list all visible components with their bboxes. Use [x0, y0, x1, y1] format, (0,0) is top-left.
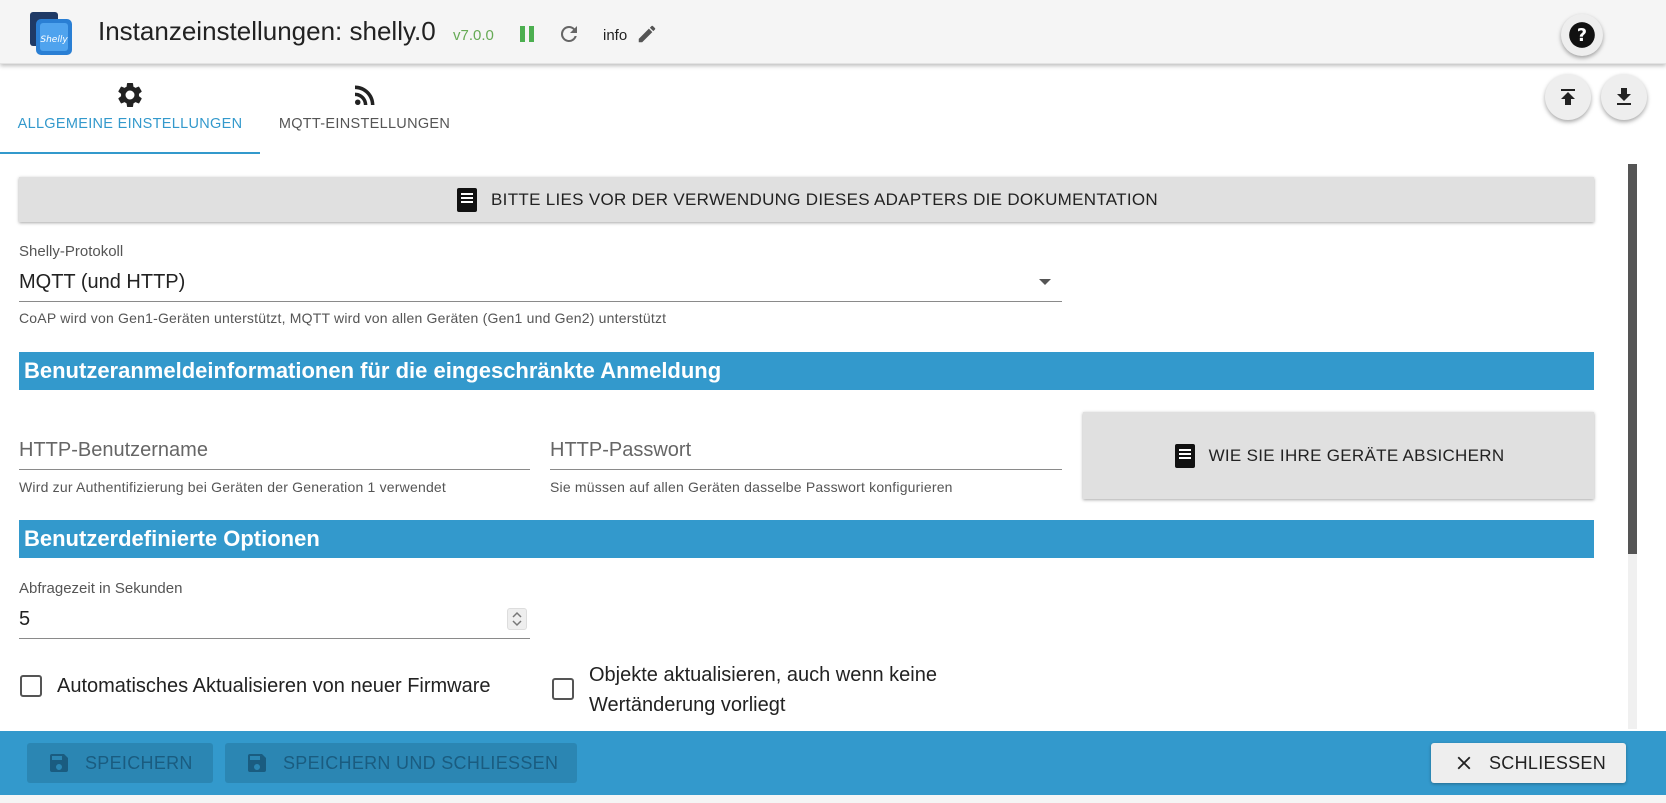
auto-update-firmware-label: Automatisches Aktualisieren von neuer Fi… — [57, 675, 491, 697]
help-icon: ? — [1569, 22, 1595, 48]
chevron-down-icon[interactable] — [1039, 279, 1051, 285]
http-username-helper: Wird zur Authentifizierung bei Geräten d… — [19, 479, 447, 495]
edit-icon[interactable] — [636, 23, 658, 45]
update-objects-checkbox[interactable] — [552, 678, 574, 700]
close-button-label: SCHLIESSEN — [1489, 752, 1607, 773]
gear-icon — [118, 83, 142, 107]
protocol-select[interactable]: MQTT (und HTTP) — [19, 271, 185, 294]
save-icon — [50, 754, 68, 772]
help-button[interactable]: ? — [1561, 14, 1603, 56]
scrollbar-thumb[interactable] — [1628, 164, 1637, 554]
save-icon — [248, 754, 266, 772]
save-and-close-button-label: SPEICHERN UND SCHLIESSEN — [283, 752, 559, 773]
bottom-strip — [0, 795, 1666, 803]
download-config-button[interactable] — [1601, 74, 1647, 120]
svg-text:?: ? — [1577, 26, 1587, 46]
upload-config-button[interactable] — [1545, 74, 1591, 120]
close-icon — [1457, 756, 1471, 770]
polling-input[interactable]: 5 — [19, 608, 30, 631]
protocol-underline — [19, 301, 1062, 302]
http-password-underline — [550, 469, 1062, 470]
save-button-label: SPEICHERN — [85, 752, 193, 773]
download-icon — [1617, 88, 1631, 105]
http-username-underline — [19, 469, 530, 470]
svg-text:Shelly: Shelly — [40, 35, 68, 45]
protocol-helper: CoAP wird von Gen1-Geräten unterstützt, … — [19, 310, 667, 326]
documentation-button-label: BITTE LIES VOR DER VERWENDUNG DIESES ADA… — [491, 189, 1158, 209]
http-password-input[interactable]: HTTP-Passwort — [550, 439, 691, 462]
secure-devices-button-label: WIE SIE IHRE GERÄTE ABSICHERN — [1208, 445, 1505, 465]
reload-icon[interactable] — [557, 22, 581, 46]
secure-devices-button[interactable]: WIE SIE IHRE GERÄTE ABSICHERN — [1083, 412, 1594, 499]
shelly-logo: Shelly — [26, 9, 76, 59]
documentation-button[interactable]: BITTE LIES VOR DER VERWENDUNG DIESES ADA… — [19, 177, 1594, 222]
pause-icon[interactable] — [518, 24, 536, 44]
log-level: info — [603, 27, 628, 44]
polling-label: Abfragezeit in Sekunden — [19, 580, 183, 597]
app-header: Shelly Instanzeinstellungen: shelly.0 v7… — [0, 0, 1666, 64]
footer-bar: SPEICHERN SPEICHERN UND SCHLIESSEN SCHLI… — [0, 731, 1666, 795]
save-and-close-button[interactable]: SPEICHERN UND SCHLIESSEN — [225, 743, 577, 783]
tab-mqtt-label: MQTT-EINSTELLUNGEN — [278, 116, 451, 132]
http-password-helper: Sie müssen auf allen Geräten dasselbe Pa… — [550, 479, 953, 495]
save-button[interactable]: SPEICHERN — [27, 743, 213, 783]
polling-underline — [19, 638, 530, 639]
tab-mqtt-settings[interactable]: MQTT-EINSTELLUNGEN — [262, 80, 467, 154]
close-button[interactable]: SCHLIESSEN — [1431, 743, 1626, 783]
upload-icon — [1561, 89, 1575, 105]
section-credentials: Benutzeranmeldeinformationen für die ein… — [19, 352, 1594, 390]
section-custom-options: Benutzerdefinierte Optionen — [19, 520, 1594, 558]
tab-general-settings[interactable]: ALLGEMEINE EINSTELLUNGEN — [0, 80, 260, 154]
polling-stepper[interactable] — [507, 608, 527, 630]
version-label: v7.0.0 — [453, 27, 494, 44]
tab-general-label: ALLGEMEINE EINSTELLUNGEN — [17, 116, 243, 132]
protocol-label: Shelly-Protokoll — [19, 243, 124, 260]
book-icon — [457, 187, 478, 212]
book-icon — [1174, 443, 1195, 468]
update-objects-label-line2: Wertänderung vorliegt — [589, 694, 786, 716]
rss-icon — [354, 85, 374, 105]
auto-update-firmware-checkbox[interactable] — [20, 675, 42, 697]
update-objects-label-line1: Objekte aktualisieren, auch wenn keine — [589, 664, 937, 686]
page-title: Instanzeinstellungen: shelly.0 — [98, 16, 436, 46]
http-username-input[interactable]: HTTP-Benutzername — [19, 439, 208, 462]
